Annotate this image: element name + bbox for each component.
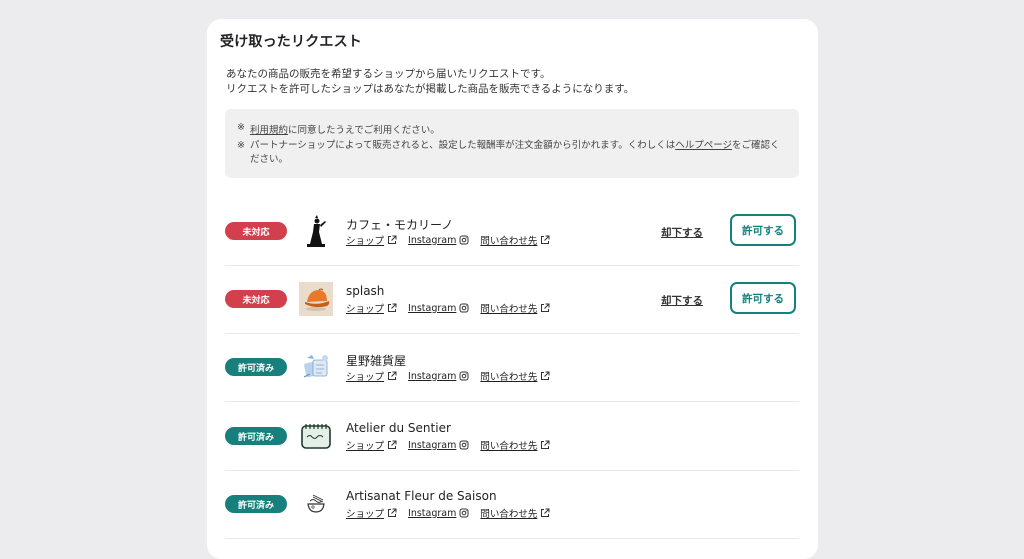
shop-link[interactable]: ショップ bbox=[346, 438, 397, 452]
instagram-icon bbox=[459, 303, 469, 313]
external-link-icon bbox=[388, 440, 397, 449]
shop-thumbnail bbox=[299, 214, 333, 248]
external-link-icon bbox=[388, 235, 397, 244]
instagram-icon bbox=[459, 235, 469, 245]
shop-thumbnail bbox=[299, 282, 333, 316]
external-link-icon bbox=[541, 508, 550, 517]
reject-button[interactable]: 却下する bbox=[661, 225, 703, 240]
shop-links: ショップ Instagram 問い合わせ先 bbox=[346, 301, 561, 315]
contact-link[interactable]: 問い合わせ先 bbox=[480, 301, 550, 315]
shop-thumbnail bbox=[299, 419, 333, 453]
shop-links: ショップ Instagram 問い合わせ先 bbox=[346, 506, 561, 520]
page-description: あなたの商品の販売を希望するショップから届いたリクエストです。 リクエストを許可… bbox=[226, 68, 635, 95]
shop-link[interactable]: ショップ bbox=[346, 233, 397, 247]
instagram-link[interactable]: Instagram bbox=[408, 369, 469, 383]
statue-silhouette-image bbox=[301, 214, 331, 248]
request-row: 未対応 カフェ・モカリーノ ショップ Instagram 問い合わせ先 却下する… bbox=[225, 197, 799, 266]
request-row: 未対応 splash ショップ Instagram 問い合わせ先 却下する 許可… bbox=[225, 265, 799, 334]
shop-link[interactable]: ショップ bbox=[346, 301, 397, 315]
instagram-link[interactable]: Instagram bbox=[408, 438, 469, 452]
shop-name: カフェ・モカリーノ bbox=[346, 218, 454, 232]
status-badge: 許可済み bbox=[225, 358, 287, 376]
shop-thumbnail bbox=[299, 487, 333, 521]
help-page-link[interactable]: ヘルプページ bbox=[675, 140, 732, 151]
status-badge: 許可済み bbox=[225, 427, 287, 445]
orange-cap-image bbox=[299, 282, 333, 316]
external-link-icon bbox=[541, 303, 550, 312]
status-badge: 未対応 bbox=[225, 290, 287, 308]
terms-link[interactable]: 利用規約 bbox=[250, 125, 288, 136]
notepad-illustration bbox=[299, 419, 333, 453]
requests-card: 受け取ったリクエスト あなたの商品の販売を希望するショップから届いたリクエストで… bbox=[207, 19, 818, 559]
contact-link[interactable]: 問い合わせ先 bbox=[480, 438, 550, 452]
external-link-icon bbox=[388, 303, 397, 312]
request-row: 許可済み 星野雑貨屋 ショップ Instagram 問い合わせ先 bbox=[225, 333, 799, 402]
instagram-icon bbox=[459, 508, 469, 518]
external-link-icon bbox=[541, 440, 550, 449]
shop-links: ショップ Instagram 問い合わせ先 bbox=[346, 233, 561, 247]
shop-name: Artisanat Fleur de Saison bbox=[346, 489, 497, 503]
external-link-icon bbox=[541, 371, 550, 380]
request-row: 許可済み Atelier du Sentier ショップ Instagram 問… bbox=[225, 402, 799, 471]
reject-button[interactable]: 却下する bbox=[661, 293, 703, 308]
external-link-icon bbox=[388, 508, 397, 517]
shop-name: Atelier du Sentier bbox=[346, 421, 451, 435]
shop-name: 星野雑貨屋 bbox=[346, 354, 407, 368]
instagram-icon bbox=[459, 440, 469, 450]
shop-links: ショップ Instagram 問い合わせ先 bbox=[346, 438, 561, 452]
approve-button[interactable]: 許可する bbox=[730, 282, 796, 314]
shop-links: ショップ Instagram 問い合わせ先 bbox=[346, 369, 561, 383]
shop-link[interactable]: ショップ bbox=[346, 506, 397, 520]
request-row: 許可済み Artisanat Fleur de Saison ショップ Inst… bbox=[225, 470, 799, 539]
external-link-icon bbox=[541, 235, 550, 244]
contact-link[interactable]: 問い合わせ先 bbox=[480, 506, 550, 520]
page-title: 受け取ったリクエスト bbox=[220, 34, 362, 50]
note-terms: ※ 利用規約に同意したうえでご利用ください。 bbox=[237, 122, 440, 136]
notes-box: ※ 利用規約に同意したうえでご利用ください。 ※ パートナーショップによって販売… bbox=[225, 109, 799, 178]
approve-button[interactable]: 許可する bbox=[730, 214, 796, 246]
contact-link[interactable]: 問い合わせ先 bbox=[480, 369, 550, 383]
contact-link[interactable]: 問い合わせ先 bbox=[480, 233, 550, 247]
instagram-link[interactable]: Instagram bbox=[408, 506, 469, 520]
shop-name: splash bbox=[346, 284, 385, 298]
ramen-bowl-sketch bbox=[299, 487, 333, 521]
stationery-illustration bbox=[299, 350, 333, 384]
status-badge: 許可済み bbox=[225, 495, 287, 513]
instagram-link[interactable]: Instagram bbox=[408, 233, 469, 247]
note-fee: ※ パートナーショップによって販売されると、設定した報酬率が注文金額から引かれま… bbox=[237, 140, 780, 165]
shop-link[interactable]: ショップ bbox=[346, 369, 397, 383]
instagram-link[interactable]: Instagram bbox=[408, 301, 469, 315]
status-badge: 未対応 bbox=[225, 222, 287, 240]
shop-thumbnail bbox=[299, 350, 333, 384]
instagram-icon bbox=[459, 371, 469, 381]
external-link-icon bbox=[388, 371, 397, 380]
